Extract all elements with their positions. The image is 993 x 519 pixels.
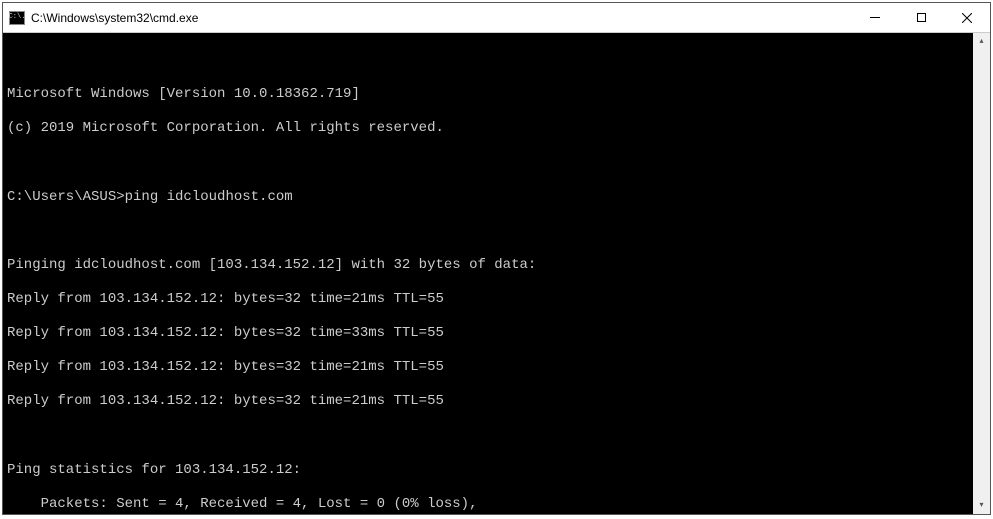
- terminal-content: Microsoft Windows [Version 10.0.18362.71…: [7, 69, 968, 514]
- output-line: Ping statistics for 103.134.152.12:: [7, 462, 968, 479]
- maximize-button[interactable]: [898, 3, 944, 32]
- output-line: [7, 428, 968, 445]
- prompt-line: C:\Users\ASUS>ping idcloudhost.com: [7, 189, 968, 206]
- close-icon: [962, 13, 972, 23]
- cmd-icon: C:\.: [9, 11, 25, 25]
- output-line: [7, 155, 968, 172]
- output-line: [7, 223, 968, 240]
- output-line: Microsoft Windows [Version 10.0.18362.71…: [7, 86, 968, 103]
- scroll-up-button[interactable]: ▴: [973, 33, 990, 50]
- scroll-down-button[interactable]: ▾: [973, 497, 990, 514]
- chevron-down-icon: ▾: [979, 501, 983, 511]
- output-line: Packets: Sent = 4, Received = 4, Lost = …: [7, 496, 968, 513]
- prompt-path: C:\Users\ASUS>: [7, 189, 125, 205]
- title-left: C:\. C:\Windows\system32\cmd.exe: [9, 11, 198, 25]
- output-line: Reply from 103.134.152.12: bytes=32 time…: [7, 325, 968, 342]
- minimize-button[interactable]: [852, 3, 898, 32]
- window-controls: [852, 3, 990, 32]
- output-line: Reply from 103.134.152.12: bytes=32 time…: [7, 393, 968, 410]
- scroll-track[interactable]: [973, 50, 990, 497]
- close-button[interactable]: [944, 3, 990, 32]
- maximize-icon: [917, 13, 926, 22]
- terminal-body[interactable]: Microsoft Windows [Version 10.0.18362.71…: [3, 33, 990, 514]
- cmd-window: C:\. C:\Windows\system32\cmd.exe Microso…: [2, 2, 991, 515]
- chevron-up-icon: ▴: [979, 37, 983, 47]
- entered-command: ping idcloudhost.com: [125, 189, 293, 205]
- output-line: Pinging idcloudhost.com [103.134.152.12]…: [7, 257, 968, 274]
- vertical-scrollbar[interactable]: ▴ ▾: [973, 33, 990, 514]
- title-bar[interactable]: C:\. C:\Windows\system32\cmd.exe: [3, 3, 990, 33]
- output-line: (c) 2019 Microsoft Corporation. All righ…: [7, 120, 968, 137]
- window-title: C:\Windows\system32\cmd.exe: [31, 11, 198, 25]
- output-line: Reply from 103.134.152.12: bytes=32 time…: [7, 359, 968, 376]
- minimize-icon: [870, 17, 880, 18]
- output-line: Reply from 103.134.152.12: bytes=32 time…: [7, 291, 968, 308]
